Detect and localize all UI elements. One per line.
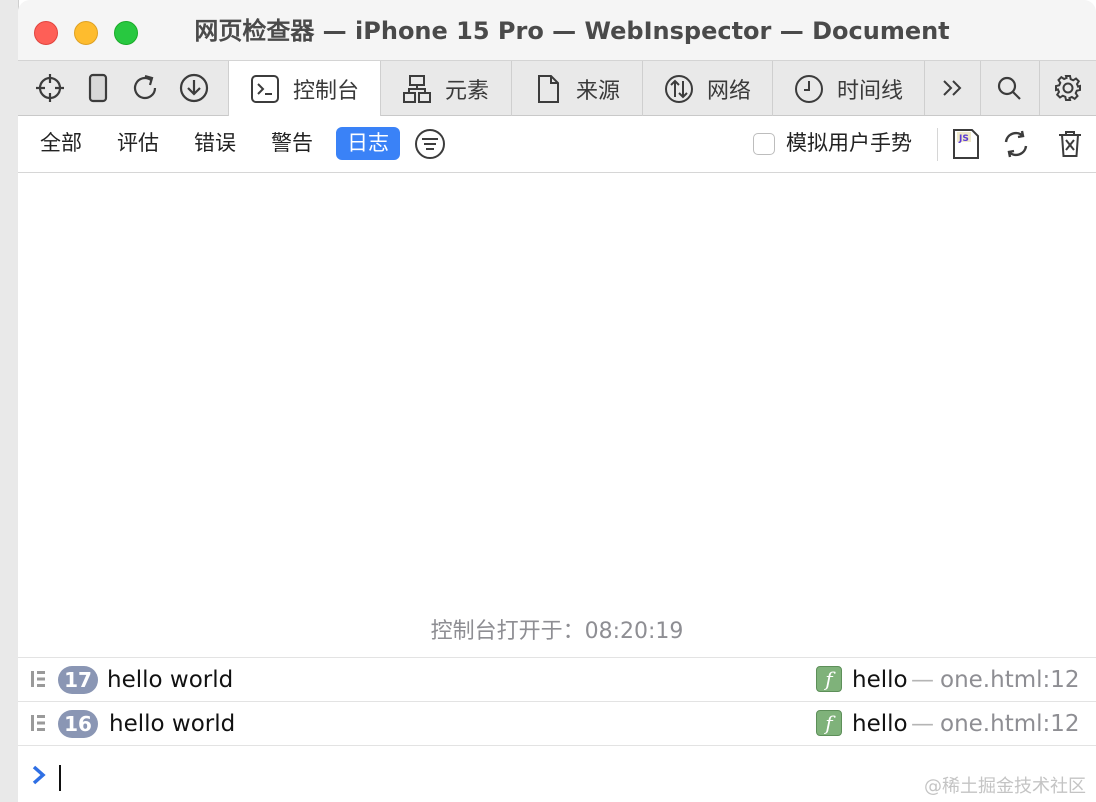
tab-console-label: 控制台 — [293, 79, 360, 104]
source-location-link[interactable]: one.html:12 — [940, 664, 1080, 696]
clear-console-button[interactable] — [1052, 126, 1088, 162]
watermark-text: @稀土掘金技术社区 — [924, 776, 1086, 797]
reload-page-button[interactable] — [121, 61, 169, 115]
tab-network-label: 网络 — [707, 78, 752, 104]
log-message-text: hello world — [107, 667, 234, 693]
filter-all[interactable]: 全部 — [34, 127, 88, 160]
tab-timeline-label: 时间线 — [837, 78, 904, 104]
js-document-icon: JS — [953, 129, 979, 159]
device-settings-button[interactable] — [74, 61, 122, 115]
preserve-log-button[interactable] — [998, 126, 1034, 162]
javascript-context-button[interactable]: JS — [948, 126, 984, 162]
console-filter-bar: 全部 评估 错误 警告 日志 模拟用户手势 JS — [18, 116, 1096, 173]
filter-options-button[interactable] — [412, 126, 448, 162]
download-archive-button[interactable] — [170, 61, 218, 115]
search-icon — [997, 76, 1021, 100]
text-caret — [59, 765, 61, 791]
tab-elements[interactable]: 元素 — [380, 61, 511, 116]
gear-icon — [1055, 75, 1081, 101]
background-window-edge — [0, 0, 19, 802]
document-icon — [538, 74, 559, 103]
filter-warnings[interactable]: 警告 — [265, 127, 319, 160]
console-log-entry[interactable]: 16 hello world f hello — one.html:12 — [18, 701, 1096, 745]
console-message-area: 控制台打开于：08:20:19 — [18, 173, 1096, 657]
tab-console[interactable]: 控制台 — [228, 61, 380, 117]
more-tabs-button[interactable] — [928, 61, 976, 115]
filter-lines-icon — [415, 129, 445, 159]
download-icon — [179, 73, 209, 103]
svg-text:JS: JS — [958, 134, 969, 144]
log-level-icon — [31, 671, 45, 687]
filter-logs[interactable]: 日志 — [336, 127, 400, 160]
search-button[interactable] — [985, 61, 1033, 115]
simulate-gesture-checkbox[interactable] — [753, 133, 775, 155]
function-icon: f — [816, 710, 842, 736]
console-opened-message: 控制台打开于：08:20:19 — [430, 619, 684, 644]
simulate-gesture-label: 模拟用户手势 — [786, 131, 912, 155]
filter-bar-divider — [937, 128, 938, 161]
settings-button[interactable] — [1044, 61, 1092, 115]
network-icon — [665, 74, 693, 103]
refresh-cycle-icon — [1004, 130, 1028, 158]
double-chevron-right-icon — [943, 80, 962, 96]
trash-icon — [1059, 131, 1081, 157]
filter-errors[interactable]: 错误 — [188, 127, 242, 160]
repeat-count-badge: 16 — [58, 710, 98, 738]
tab-timeline[interactable]: 时间线 — [772, 61, 924, 116]
function-icon: f — [816, 666, 842, 692]
prompt-chevron-icon — [32, 765, 46, 785]
call-site-separator: — — [911, 711, 934, 737]
tab-sources-label: 来源 — [576, 78, 621, 104]
call-site-function[interactable]: hello — [852, 664, 908, 696]
log-message-text: hello world — [109, 711, 236, 737]
title-bar: 网页检查器 — iPhone 15 Pro — WebInspector — D… — [18, 0, 1096, 60]
tab-sources[interactable]: 来源 — [511, 61, 642, 116]
console-log-entry[interactable]: 17 hello world f hello — one.html:12 — [18, 657, 1096, 701]
tab-network[interactable]: 网络 — [642, 61, 772, 116]
elements-icon — [403, 74, 431, 103]
minimize-window-button[interactable] — [74, 21, 98, 45]
device-icon — [88, 73, 108, 103]
tab-divider — [980, 61, 981, 115]
console-prompt[interactable]: @稀土掘金技术社区 — [18, 745, 1096, 802]
source-location-link[interactable]: one.html:12 — [940, 708, 1080, 740]
crosshair-icon — [36, 74, 64, 102]
web-inspector-window: 网页检查器 — iPhone 15 Pro — WebInspector — D… — [18, 0, 1096, 802]
tab-divider — [1039, 61, 1040, 115]
tab-elements-label: 元素 — [445, 78, 490, 104]
filter-evaluations[interactable]: 评估 — [111, 127, 165, 160]
reload-icon — [133, 74, 157, 100]
element-picker-button[interactable] — [26, 61, 74, 115]
log-level-icon — [31, 715, 45, 731]
call-site-separator: — — [911, 667, 934, 693]
close-window-button[interactable] — [34, 21, 58, 45]
window-title: 网页检查器 — iPhone 15 Pro — WebInspector — D… — [194, 17, 950, 45]
console-icon — [251, 75, 279, 103]
tab-divider — [924, 61, 925, 115]
call-site-function[interactable]: hello — [852, 708, 908, 740]
tab-bar: 控制台 元素 来源 网络 时间线 — [18, 60, 1096, 117]
clock-icon — [795, 74, 823, 103]
zoom-window-button[interactable] — [114, 21, 138, 45]
repeat-count-badge: 17 — [58, 666, 98, 694]
